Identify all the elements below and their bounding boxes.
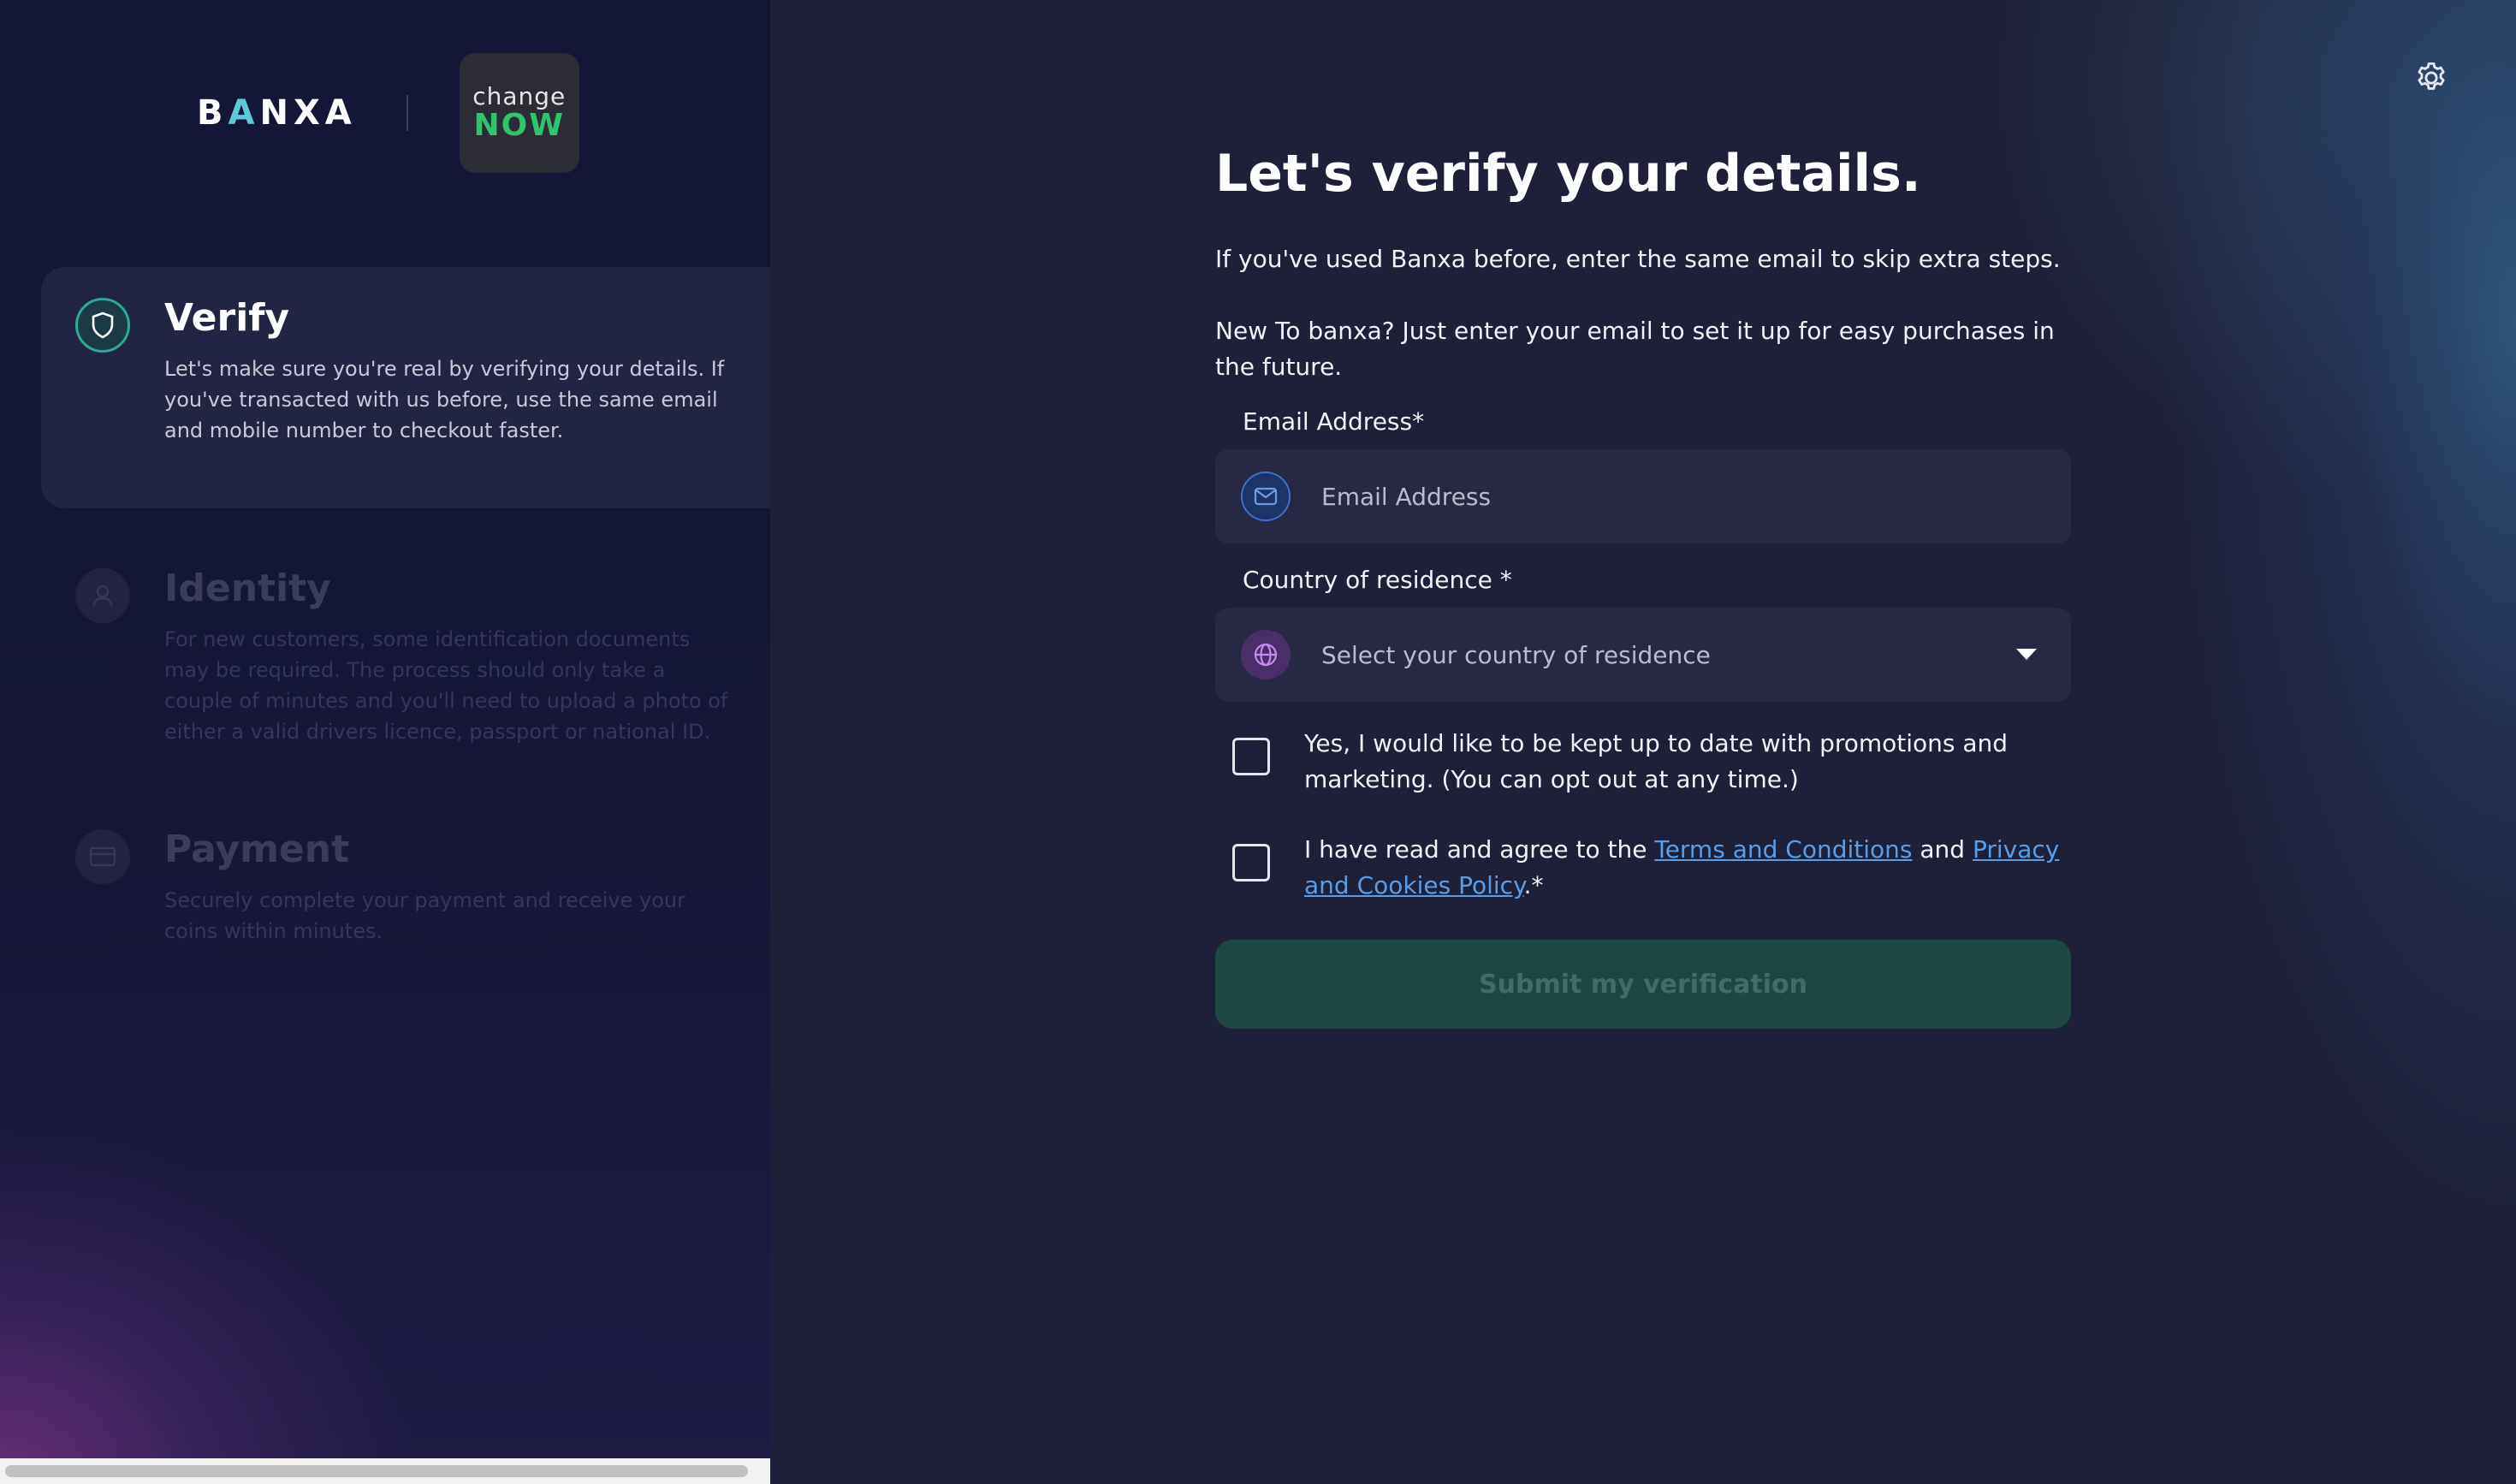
terms-and: and — [1912, 835, 1973, 864]
globe-icon — [1241, 630, 1291, 680]
terms-consent-text: I have read and agree to the Terms and C… — [1304, 832, 2071, 904]
changenow-logo-line2: NOW — [473, 108, 565, 143]
shield-icon — [75, 298, 130, 353]
country-select-placeholder[interactable]: Select your country of residence — [1321, 641, 1711, 669]
email-input-placeholder[interactable]: Email Address — [1321, 483, 1491, 511]
scrollbar-thumb[interactable] — [5, 1465, 748, 1477]
logo-divider — [406, 95, 408, 131]
step-payment: Payment Securely complete your payment a… — [41, 798, 770, 947]
banxa-logo: BANXA — [197, 93, 357, 133]
steps-sidebar: BANXA change NOW Verify Let's make sure … — [0, 0, 770, 1484]
terms-suffix: .* — [1523, 871, 1544, 899]
changenow-logo-line1: change — [472, 82, 567, 110]
marketing-consent[interactable]: Yes, I would like to be kept up to date … — [1232, 726, 2071, 798]
country-select[interactable]: Select your country of residence — [1215, 608, 2071, 702]
country-label: Country of residence * — [1243, 566, 1512, 594]
terms-checkbox[interactable] — [1232, 844, 1270, 881]
verify-form: Let's verify your details. If you've use… — [1215, 144, 2071, 1029]
banxa-logo-text: BANXA — [197, 93, 357, 133]
marketing-checkbox[interactable] — [1232, 738, 1270, 775]
header-logos: BANXA change NOW — [197, 53, 579, 173]
marketing-consent-text: Yes, I would like to be kept up to date … — [1304, 729, 2009, 793]
step-payment-description: Securely complete your payment and recei… — [164, 888, 685, 943]
intro-returning: If you've used Banxa before, enter the s… — [1215, 245, 2061, 273]
email-field[interactable]: Email Address — [1215, 449, 2071, 543]
step-payment-title: Payment — [164, 828, 350, 871]
horizontal-scrollbar[interactable] — [0, 1458, 770, 1484]
terms-consent[interactable]: I have read and agree to the Terms and C… — [1232, 832, 2071, 904]
card-icon — [75, 829, 130, 884]
mail-icon — [1241, 472, 1291, 521]
step-verify-title: Verify — [164, 296, 290, 340]
step-verify-description: Let's make sure you're real by verifying… — [164, 357, 725, 442]
step-identity-description: For new customers, some identification d… — [164, 627, 728, 744]
step-list: Verify Let's make sure you're real by ve… — [41, 267, 770, 947]
user-icon — [75, 568, 130, 623]
terms-link[interactable]: Terms and Conditions — [1654, 835, 1912, 864]
chevron-down-icon[interactable] — [2016, 649, 2037, 660]
step-verify: Verify Let's make sure you're real by ve… — [41, 267, 770, 508]
gear-icon[interactable] — [2413, 60, 2449, 96]
intro-new: New To banxa? Just enter your email to s… — [1215, 317, 2055, 381]
page-title: Let's verify your details. — [1215, 144, 1921, 204]
terms-prefix: I have read and agree to the — [1304, 835, 1655, 864]
changenow-logo: change NOW — [459, 53, 579, 173]
step-identity: Identity For new customers, some identif… — [41, 537, 770, 747]
step-identity-title: Identity — [164, 567, 331, 610]
verification-panel: Let's verify your details. If you've use… — [770, 0, 2516, 1484]
email-label: Email Address* — [1243, 407, 1425, 436]
submit-button[interactable]: Submit my verification — [1215, 940, 2071, 1029]
